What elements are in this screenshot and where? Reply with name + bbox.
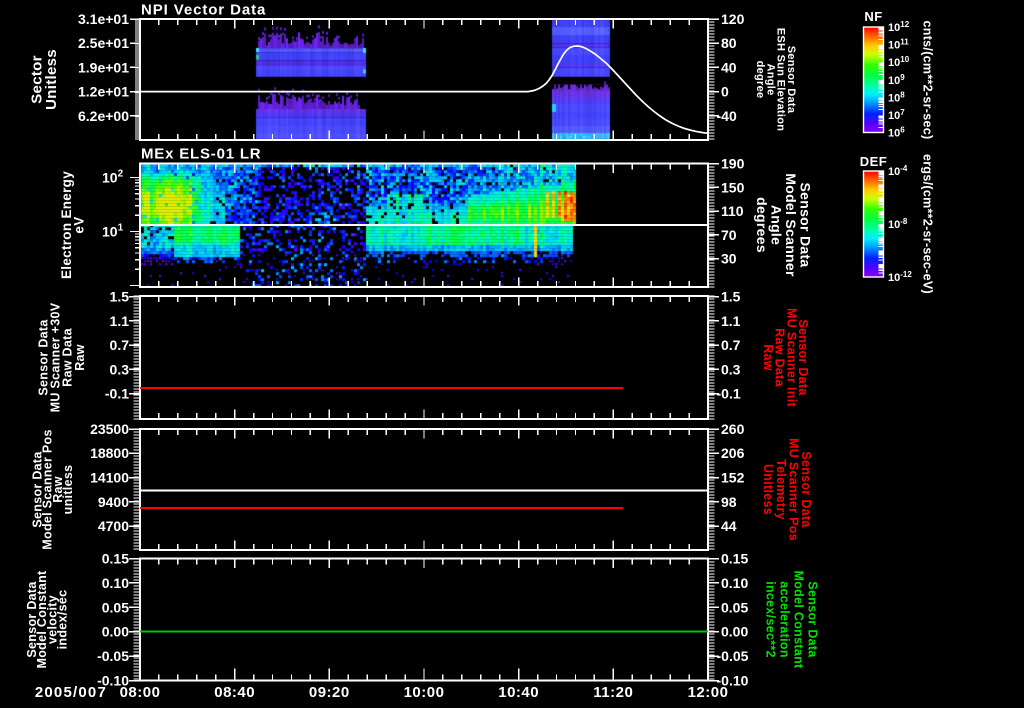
svg-text:70: 70 [721, 227, 737, 243]
svg-text:98: 98 [721, 494, 737, 510]
svg-text:0.3: 0.3 [110, 361, 130, 377]
svg-text:0.05: 0.05 [102, 599, 129, 615]
svg-text:-0.05: -0.05 [717, 648, 749, 664]
svg-text:106: 106 [888, 126, 905, 140]
svg-text:12:00: 12:00 [688, 684, 729, 701]
svg-text:08:40: 08:40 [214, 684, 255, 701]
svg-text:1.5: 1.5 [110, 289, 130, 305]
svg-text:10-4: 10-4 [888, 164, 908, 178]
svg-text:10:00: 10:00 [404, 684, 445, 701]
svg-text:109: 109 [888, 73, 905, 87]
svg-text:Model Constant: Model Constant [792, 571, 806, 669]
svg-text:0.3: 0.3 [721, 361, 741, 377]
svg-text:107: 107 [888, 108, 905, 122]
svg-text:0.15: 0.15 [102, 551, 129, 567]
svg-text:101: 101 [102, 223, 124, 240]
svg-text:40: 40 [721, 59, 737, 75]
svg-text:cnts/(cm**2-sr-sec): cnts/(cm**2-sr-sec) [921, 21, 935, 140]
svg-text:DEF: DEF [860, 154, 888, 169]
svg-text:3.1e+01: 3.1e+01 [78, 11, 129, 27]
svg-text:80: 80 [721, 35, 737, 51]
svg-text:260: 260 [721, 421, 745, 437]
svg-text:acceleration: acceleration [778, 581, 792, 658]
svg-text:206: 206 [721, 445, 745, 461]
svg-text:1.5: 1.5 [721, 289, 741, 305]
svg-text:110: 110 [721, 203, 744, 219]
svg-text:4700: 4700 [98, 518, 129, 534]
svg-text:10-8: 10-8 [888, 217, 908, 231]
svg-text:0.00: 0.00 [102, 624, 129, 640]
svg-text:0: 0 [721, 84, 729, 100]
svg-text:0.05: 0.05 [721, 599, 748, 615]
svg-text:NPI Vector Data: NPI Vector Data [141, 2, 266, 19]
svg-text:23500: 23500 [90, 421, 129, 437]
svg-text:Raw: Raw [73, 344, 87, 371]
svg-text:0.10: 0.10 [102, 575, 129, 591]
svg-text:18800: 18800 [90, 445, 129, 461]
svg-text:Unitless: Unitless [43, 49, 60, 110]
svg-text:1012: 1012 [888, 20, 910, 34]
svg-text:09:20: 09:20 [309, 684, 350, 701]
svg-text:ergs/(cm**2-sr-sec-eV): ergs/(cm**2-sr-sec-eV) [921, 154, 935, 294]
svg-text:120: 120 [721, 11, 745, 27]
svg-text:degree: degree [754, 61, 766, 99]
svg-text:0.10: 0.10 [721, 575, 748, 591]
svg-text:-0.1: -0.1 [717, 386, 741, 402]
svg-text:index/sec: index/sec [56, 590, 70, 650]
svg-text:-40: -40 [717, 108, 737, 124]
svg-text:Raw: Raw [761, 344, 775, 371]
svg-text:0.7: 0.7 [110, 337, 130, 353]
svg-text:eV: eV [71, 216, 86, 233]
svg-text:30: 30 [721, 251, 737, 267]
svg-text:14100: 14100 [90, 470, 129, 486]
svg-text:unitless: unitless [61, 465, 75, 515]
svg-text:102: 102 [102, 169, 124, 186]
svg-text:MEx ELS-01 LR: MEx ELS-01 LR [141, 146, 261, 163]
svg-text:11:20: 11:20 [593, 684, 633, 701]
svg-text:incex/sec**2: incex/sec**2 [764, 581, 778, 658]
svg-text:1.1: 1.1 [721, 313, 741, 329]
svg-text:6.2e+00: 6.2e+00 [78, 108, 129, 124]
svg-text:NF: NF [864, 9, 882, 24]
svg-text:44: 44 [721, 518, 737, 534]
svg-text:10:40: 10:40 [498, 684, 539, 701]
svg-text:1.1: 1.1 [110, 313, 130, 329]
svg-text:Unitless: Unitless [761, 464, 775, 515]
svg-text:1010: 1010 [888, 55, 910, 69]
svg-text:degrees: degrees [754, 197, 770, 253]
svg-text:1.9e+01: 1.9e+01 [78, 59, 129, 75]
svg-text:0.15: 0.15 [721, 551, 748, 567]
svg-text:10-12: 10-12 [888, 270, 912, 284]
svg-text:08:00: 08:00 [120, 684, 161, 701]
svg-text:2.5e+01: 2.5e+01 [78, 35, 129, 51]
svg-text:0.7: 0.7 [721, 337, 741, 353]
svg-text:152: 152 [721, 470, 745, 486]
svg-text:2005/007: 2005/007 [35, 684, 107, 701]
svg-text:9400: 9400 [98, 494, 129, 510]
svg-text:150: 150 [721, 179, 745, 195]
svg-text:108: 108 [888, 90, 905, 104]
svg-text:1011: 1011 [888, 38, 909, 52]
svg-text:190: 190 [721, 156, 745, 172]
svg-text:-0.1: -0.1 [105, 386, 129, 402]
svg-text:0.00: 0.00 [721, 624, 748, 640]
svg-text:1.2e+01: 1.2e+01 [78, 84, 129, 100]
svg-text:-0.05: -0.05 [97, 648, 129, 664]
svg-text:Sensor Data: Sensor Data [806, 581, 820, 658]
